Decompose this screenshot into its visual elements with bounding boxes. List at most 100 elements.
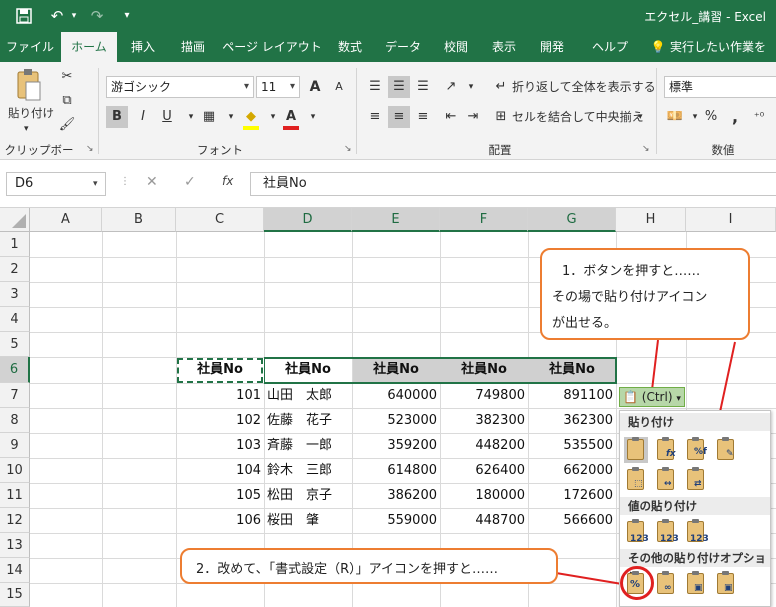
- row-header-6[interactable]: 6: [0, 357, 30, 383]
- name-box[interactable]: D6 ▾: [6, 172, 106, 196]
- tab-help[interactable]: ヘルプ: [582, 32, 638, 62]
- grow-font-button[interactable]: A: [304, 76, 326, 98]
- accounting-format-icon[interactable]: 💴: [664, 106, 686, 128]
- tell-me-search[interactable]: 実行したい作業を入: [670, 32, 776, 84]
- row-header-7[interactable]: 7: [0, 383, 30, 408]
- paste-formulas-number-format-icon[interactable]: %f: [684, 437, 708, 463]
- cell-d8[interactable]: 佐藤 花子: [264, 409, 352, 433]
- row-header-2[interactable]: 2: [0, 257, 30, 282]
- dialog-launcher-icon[interactable]: ↘: [344, 144, 352, 154]
- borders-icon[interactable]: ▦: [198, 106, 220, 128]
- wrap-text-button[interactable]: 折り返して全体を表示する: [512, 78, 656, 96]
- merge-center-button[interactable]: セルを結合して中央揃え: [512, 108, 644, 126]
- cell-f8[interactable]: 382300: [440, 409, 528, 433]
- row-header-5[interactable]: 5: [0, 332, 30, 357]
- increase-decimal-icon[interactable]: ⁺⁰: [748, 106, 770, 128]
- copy-icon[interactable]: ⧉: [56, 90, 78, 112]
- row-header-4[interactable]: 4: [0, 307, 30, 332]
- cell-c7[interactable]: 101: [176, 384, 264, 408]
- column-header-b[interactable]: B: [102, 208, 176, 232]
- cell-e9[interactable]: 359200: [352, 434, 440, 458]
- cell-e12[interactable]: 559000: [352, 509, 440, 533]
- column-header-c[interactable]: C: [176, 208, 264, 232]
- wrap-text-icon[interactable]: ↵: [490, 76, 512, 98]
- cut-icon[interactable]: ✂: [56, 66, 78, 88]
- column-header-d[interactable]: D: [264, 208, 352, 232]
- cell-e8[interactable]: 523000: [352, 409, 440, 433]
- merge-dropdown-icon[interactable]: ▾: [638, 108, 643, 126]
- align-center-icon[interactable]: ≡: [388, 106, 410, 128]
- row-header-15[interactable]: 15: [0, 583, 30, 607]
- cell-d11[interactable]: 松田 京子: [264, 484, 352, 508]
- active-cell-d6[interactable]: 社員No: [264, 358, 352, 382]
- align-left-icon[interactable]: ≡: [364, 106, 386, 128]
- shrink-font-button[interactable]: A: [328, 76, 350, 98]
- align-right-icon[interactable]: ≡: [412, 106, 434, 128]
- cell-d10[interactable]: 鈴木 三郎: [264, 459, 352, 483]
- row-header-11[interactable]: 11: [0, 483, 30, 508]
- row-header-8[interactable]: 8: [0, 408, 30, 433]
- dialog-launcher-icon[interactable]: ↘: [86, 144, 94, 154]
- italic-button[interactable]: I: [132, 106, 154, 128]
- tab-insert[interactable]: 挿入: [122, 32, 164, 62]
- cell-c9[interactable]: 103: [176, 434, 264, 458]
- row-header-1[interactable]: 1: [0, 232, 30, 257]
- cell-g9[interactable]: 535500: [528, 434, 616, 458]
- align-middle-icon[interactable]: ☰: [388, 76, 410, 98]
- tab-view[interactable]: 表示: [484, 32, 524, 62]
- cell-d7[interactable]: 山田 太郎: [264, 384, 352, 408]
- cell-c11[interactable]: 105: [176, 484, 264, 508]
- keep-source-formatting-icon[interactable]: ✎: [714, 437, 738, 463]
- font-name-combo[interactable]: 游ゴシック ▾: [106, 76, 254, 98]
- column-header-e[interactable]: E: [352, 208, 440, 232]
- cell-g7[interactable]: 891100: [528, 384, 616, 408]
- paste-button[interactable]: 貼り付け: [8, 104, 56, 122]
- cell-f11[interactable]: 180000: [440, 484, 528, 508]
- bold-button[interactable]: B: [106, 106, 128, 128]
- row-header-10[interactable]: 10: [0, 458, 30, 483]
- cell-e7[interactable]: 640000: [352, 384, 440, 408]
- column-header-h[interactable]: H: [616, 208, 686, 232]
- tab-draw[interactable]: 描画: [172, 32, 214, 62]
- tab-file[interactable]: ファイル: [4, 32, 56, 62]
- column-header-i[interactable]: I: [686, 208, 776, 232]
- column-header-g[interactable]: G: [528, 208, 616, 232]
- cell-f9[interactable]: 448200: [440, 434, 528, 458]
- paste-formulas-icon[interactable]: fx: [654, 437, 678, 463]
- dialog-launcher-icon[interactable]: ↘: [642, 144, 650, 154]
- tab-home[interactable]: ホーム: [61, 32, 117, 62]
- row-header-12[interactable]: 12: [0, 508, 30, 533]
- cell-c12[interactable]: 106: [176, 509, 264, 533]
- paste-link-icon[interactable]: ∞: [654, 571, 678, 597]
- format-painter-icon[interactable]: 🖌: [56, 114, 78, 136]
- column-header-a[interactable]: A: [30, 208, 102, 232]
- cell-g12[interactable]: 566600: [528, 509, 616, 533]
- merge-center-icon[interactable]: ⊞: [490, 106, 512, 128]
- number-format-combo[interactable]: 標準: [664, 76, 776, 98]
- row-header-14[interactable]: 14: [0, 558, 30, 583]
- decrease-indent-icon[interactable]: ⇤: [440, 106, 462, 128]
- paste-values-number-format-icon[interactable]: 123: [654, 519, 679, 545]
- cell-f10[interactable]: 626400: [440, 459, 528, 483]
- borders-dropdown-icon[interactable]: ▾: [220, 106, 242, 128]
- comma-button[interactable]: ,: [724, 106, 746, 128]
- underline-button[interactable]: U: [156, 106, 178, 128]
- insert-function-icon[interactable]: fx: [222, 174, 233, 188]
- increase-indent-icon[interactable]: ⇥: [462, 106, 484, 128]
- paste-icon[interactable]: [14, 68, 44, 104]
- paste-values-icon[interactable]: 123: [624, 519, 649, 545]
- column-header-f[interactable]: F: [440, 208, 528, 232]
- tab-review[interactable]: 校閲: [436, 32, 476, 62]
- cell-g10[interactable]: 662000: [528, 459, 616, 483]
- tab-formulas[interactable]: 数式: [330, 32, 370, 62]
- cell-c8[interactable]: 102: [176, 409, 264, 433]
- row-header-13[interactable]: 13: [0, 533, 30, 558]
- select-all-corner[interactable]: [0, 208, 30, 232]
- align-top-icon[interactable]: ☰: [364, 76, 386, 98]
- row-header-3[interactable]: 3: [0, 282, 30, 307]
- cell-e10[interactable]: 614800: [352, 459, 440, 483]
- cell-e11[interactable]: 386200: [352, 484, 440, 508]
- formula-input[interactable]: 社員No: [250, 172, 776, 196]
- cell-f7[interactable]: 749800: [440, 384, 528, 408]
- transpose-icon[interactable]: ⇄: [684, 467, 708, 493]
